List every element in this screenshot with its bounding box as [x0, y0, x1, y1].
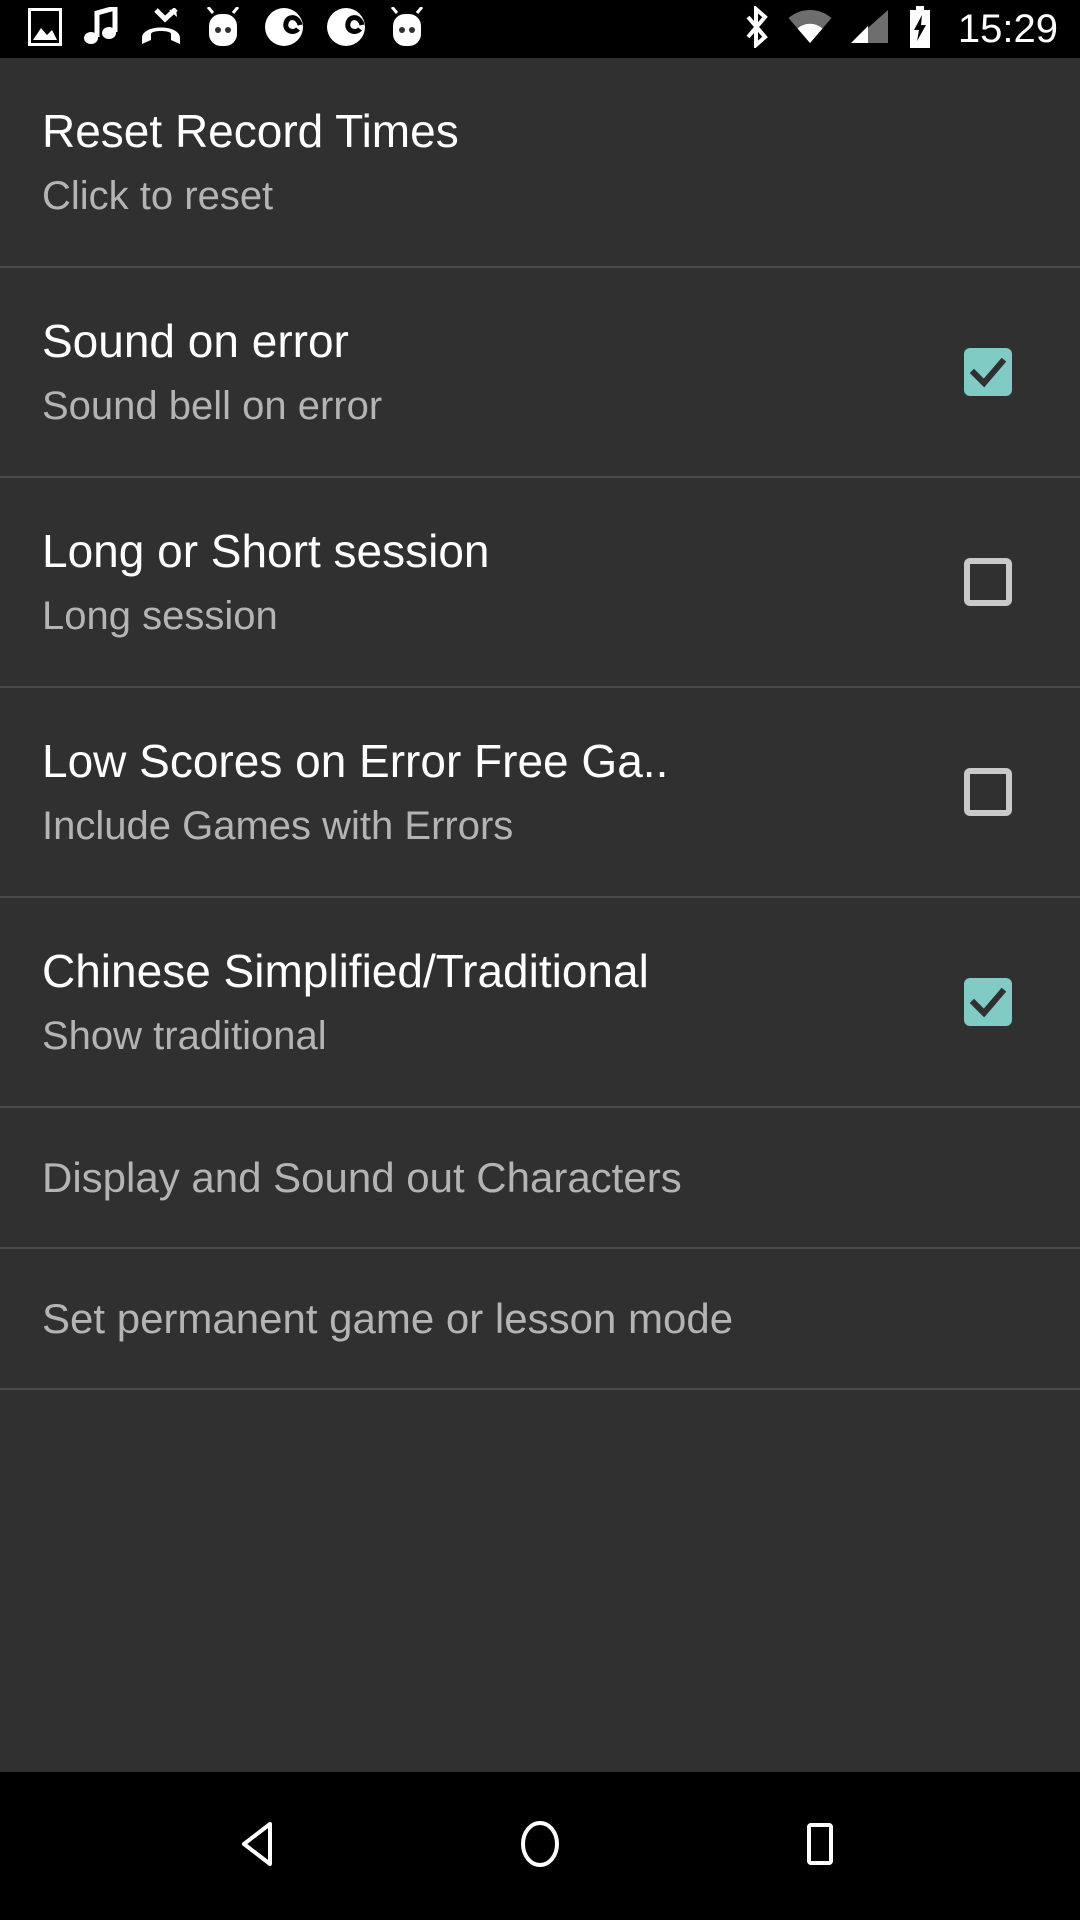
checkbox-slot — [942, 978, 1034, 1026]
setting-row-partial[interactable] — [0, 1390, 1080, 1466]
setting-row-text: Reset Record Times Click to reset — [42, 103, 1034, 221]
setting-row-text: Low Scores on Error Free Ga.. Include Ga… — [42, 733, 942, 851]
setting-row-text: Chinese Simplified/Traditional Show trad… — [42, 943, 942, 1061]
missed-call-icon — [140, 6, 182, 51]
setting-row-text: Set permanent game or lesson mode — [42, 1291, 1034, 1347]
wifi-icon — [788, 9, 832, 50]
setting-row-display-and-sound-out-characters[interactable]: Display and Sound out Characters — [0, 1108, 1080, 1249]
setting-row-text: Display and Sound out Characters — [42, 1150, 1034, 1206]
checkbox-slot — [942, 348, 1034, 396]
setting-title: Chinese Simplified/Traditional — [42, 945, 649, 997]
back-triangle-icon — [232, 1816, 288, 1877]
home-button[interactable] — [480, 1786, 600, 1906]
setting-summary: Sound bell on error — [42, 384, 383, 428]
eclipse-e-icon — [264, 7, 304, 52]
android-head-icon — [204, 5, 242, 52]
recents-button[interactable] — [760, 1786, 880, 1906]
music-note-icon — [84, 4, 118, 52]
cell-signal-icon — [848, 9, 890, 50]
bluetooth-icon — [742, 4, 772, 53]
setting-row-low-scores-error-free-games[interactable]: Low Scores on Error Free Ga.. Include Ga… — [0, 688, 1080, 898]
eclipse-e-icon — [326, 7, 366, 52]
setting-title: Long or Short session — [42, 525, 490, 577]
setting-checkbox-unchecked[interactable] — [964, 558, 1012, 606]
setting-row-chinese-simplified-traditional[interactable]: Chinese Simplified/Traditional Show trad… — [0, 898, 1080, 1108]
setting-row-text: Sound on error Sound bell on error — [42, 313, 942, 431]
settings-list[interactable]: Reset Record Times Click to reset Sound … — [0, 58, 1080, 1772]
setting-row-reset-record-times[interactable]: Reset Record Times Click to reset — [0, 58, 1080, 268]
setting-title: Set permanent game or lesson mode — [42, 1294, 734, 1342]
setting-summary: Show traditional — [42, 1014, 327, 1058]
setting-title: Display and Sound out Characters — [42, 1153, 682, 1201]
home-circle-icon — [512, 1816, 568, 1877]
setting-checkbox-checked[interactable] — [964, 978, 1012, 1026]
status-bar-notification-icons — [28, 4, 426, 52]
android-head-icon — [388, 5, 426, 52]
setting-title: Reset Record Times — [42, 105, 459, 157]
checkbox-slot — [942, 768, 1034, 816]
navigation-bar — [0, 1772, 1080, 1920]
back-button[interactable] — [200, 1786, 320, 1906]
status-bar-clock: 15:29 — [957, 7, 1058, 51]
setting-row-set-permanent-game-or-lesson-mode[interactable]: Set permanent game or lesson mode — [0, 1249, 1080, 1390]
setting-checkbox-unchecked[interactable] — [964, 768, 1012, 816]
checkbox-slot — [942, 558, 1034, 606]
setting-summary: Click to reset — [42, 174, 274, 218]
setting-row-sound-on-error[interactable]: Sound on error Sound bell on error — [0, 268, 1080, 478]
setting-title: Low Scores on Error Free Ga.. — [42, 735, 669, 787]
setting-checkbox-checked[interactable] — [964, 348, 1012, 396]
status-bar: 15:29 — [0, 0, 1080, 58]
setting-row-long-or-short-session[interactable]: Long or Short session Long session — [0, 478, 1080, 688]
setting-row-text: Long or Short session Long session — [42, 523, 942, 641]
recents-square-icon — [792, 1816, 848, 1877]
setting-title: Sound on error — [42, 315, 349, 367]
phone-screen: 15:29 Reset Record Times Click to reset … — [0, 0, 1080, 1920]
setting-summary: Long session — [42, 594, 278, 638]
status-bar-system-icons: 15:29 — [742, 0, 1058, 58]
setting-summary: Include Games with Errors — [42, 804, 514, 848]
battery-charging-icon — [906, 5, 934, 53]
image-icon — [28, 7, 62, 51]
